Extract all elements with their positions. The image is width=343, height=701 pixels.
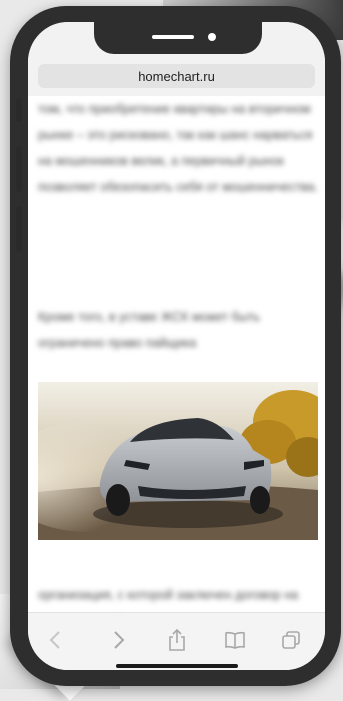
share-icon[interactable] bbox=[164, 627, 190, 653]
article-paragraph: том, что приобретение квартиры на вторич… bbox=[38, 102, 318, 194]
phone-notch bbox=[94, 22, 262, 54]
bookmarks-icon[interactable] bbox=[222, 627, 248, 653]
article-paragraph: Кроме того, в уставе ЖСК может быть огра… bbox=[38, 310, 260, 350]
phone-mute-switch bbox=[16, 98, 22, 122]
phone-volume-up-button bbox=[16, 146, 22, 192]
back-icon[interactable] bbox=[42, 627, 68, 653]
page-content[interactable]: том, что приобретение квартиры на вторич… bbox=[28, 96, 325, 626]
tabs-icon[interactable] bbox=[278, 627, 304, 653]
browser-toolbar bbox=[28, 612, 325, 670]
address-bar[interactable]: homechart.ru bbox=[38, 64, 315, 88]
address-bar-url: homechart.ru bbox=[138, 68, 215, 84]
phone-frame: homechart.ru том, что приобретение кварт… bbox=[10, 6, 341, 686]
home-indicator[interactable] bbox=[116, 664, 238, 668]
article-photo-car bbox=[38, 382, 318, 540]
phone-screen: homechart.ru том, что приобретение кварт… bbox=[28, 22, 325, 670]
car-photo-illustration bbox=[38, 382, 318, 540]
phone-volume-down-button bbox=[16, 206, 22, 252]
speaker-grille bbox=[152, 35, 194, 39]
forward-icon[interactable] bbox=[106, 627, 132, 653]
front-camera bbox=[208, 33, 216, 41]
